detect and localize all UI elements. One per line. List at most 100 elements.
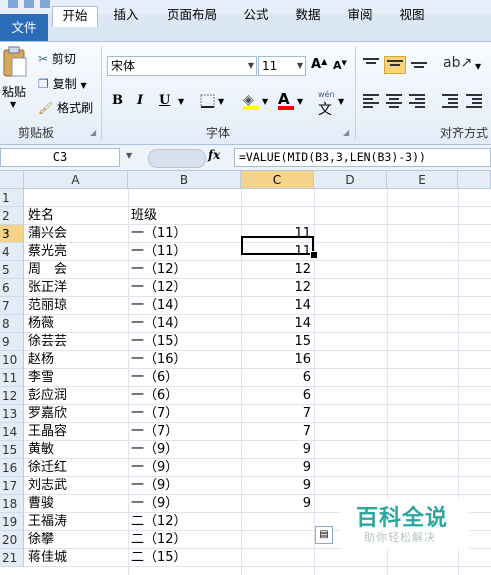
chevron-down-icon[interactable]: ▼ xyxy=(262,97,268,106)
cell-c[interactable]: 16 xyxy=(241,351,311,369)
cell-c[interactable]: 6 xyxy=(241,387,311,405)
bold-button[interactable]: B xyxy=(112,93,123,108)
row-header[interactable]: 6 xyxy=(0,279,24,297)
row-header[interactable]: 3 xyxy=(0,225,24,243)
font-size-box[interactable]: 11 ▼ xyxy=(258,56,306,76)
chevron-down-icon[interactable]: ▼ xyxy=(338,97,344,106)
paste-options-icon[interactable]: ▤ xyxy=(315,526,333,544)
row-header[interactable]: 7 xyxy=(0,297,24,315)
cell-b[interactable]: 二（15） xyxy=(131,549,239,567)
cell-a[interactable]: 刘志武 xyxy=(28,477,126,495)
cell-a[interactable]: 杨薇 xyxy=(28,315,126,333)
fill-color-button[interactable]: ◈ xyxy=(243,92,259,110)
cell-c[interactable] xyxy=(241,531,311,549)
column-header-a[interactable]: A xyxy=(24,171,128,189)
cell-a[interactable]: 彭应润 xyxy=(28,387,126,405)
cell-b[interactable]: 一（14） xyxy=(131,297,239,315)
phonetic-button[interactable]: wén 文 xyxy=(318,90,335,119)
fill-handle[interactable] xyxy=(310,251,318,259)
redo-icon[interactable] xyxy=(40,0,50,8)
column-header-e[interactable]: E xyxy=(387,171,458,189)
tab-insert[interactable]: 插入 xyxy=(106,6,146,27)
cell-a[interactable]: 蒲兴会 xyxy=(28,225,126,243)
cell-b[interactable]: 一（7） xyxy=(131,423,239,441)
name-box[interactable]: C3 xyxy=(0,148,120,167)
formula-bar-splitter[interactable] xyxy=(148,149,206,168)
increase-indent-icon[interactable] xyxy=(466,94,482,108)
column-header-partial[interactable] xyxy=(458,171,491,189)
tab-file[interactable]: 文件 xyxy=(0,14,48,41)
cell-b[interactable]: 一（9） xyxy=(131,441,239,459)
select-all-corner[interactable] xyxy=(0,171,24,189)
tab-data[interactable]: 数据 xyxy=(288,6,328,27)
column-header-c[interactable]: C xyxy=(241,171,314,189)
cell-c[interactable]: 9 xyxy=(241,495,311,513)
cell-a[interactable]: 李雪 xyxy=(28,369,126,387)
cell-c[interactable]: 12 xyxy=(241,279,311,297)
cell-c[interactable]: 14 xyxy=(241,315,311,333)
cell-c[interactable]: 7 xyxy=(241,423,311,441)
cell-b[interactable]: 一（7） xyxy=(131,405,239,423)
cut-button[interactable]: ✂ 剪切 xyxy=(38,50,76,67)
underline-button[interactable]: U xyxy=(159,93,170,108)
cell-a[interactable]: 张正洋 xyxy=(28,279,126,297)
chevron-down-icon[interactable]: ▼ xyxy=(218,97,224,106)
cell-a[interactable]: 黄敏 xyxy=(28,441,126,459)
column-header-d[interactable]: D xyxy=(314,171,387,189)
italic-button[interactable]: I xyxy=(137,93,143,108)
cell-b[interactable]: 一（15） xyxy=(131,333,239,351)
formula-input[interactable]: =VALUE(MID(B3,3,LEN(B3)-3)) xyxy=(234,148,491,167)
cell-c[interactable]: 7 xyxy=(241,405,311,423)
tab-view[interactable]: 视图 xyxy=(392,6,432,27)
row-header[interactable]: 4 xyxy=(0,243,24,261)
cell-b[interactable]: 一（6） xyxy=(131,387,239,405)
row-header[interactable]: 9 xyxy=(0,333,24,351)
undo-icon[interactable] xyxy=(24,0,34,8)
row-header[interactable]: 21 xyxy=(0,549,24,567)
cell-a[interactable] xyxy=(28,189,126,207)
copy-button[interactable]: ❐ 复制 ▼ xyxy=(38,75,87,92)
cell-a[interactable]: 罗嘉欣 xyxy=(28,405,126,423)
cell-a[interactable]: 周 会 xyxy=(28,261,126,279)
cell-b[interactable]: 一（11） xyxy=(131,243,239,261)
paste-button[interactable]: 粘贴 ▼ xyxy=(2,46,30,120)
tab-review[interactable]: 审阅 xyxy=(340,6,380,27)
cell-c[interactable]: 9 xyxy=(241,441,311,459)
orientation-icon[interactable]: ab↗ xyxy=(443,55,472,71)
cell-c[interactable] xyxy=(241,549,311,567)
row-header[interactable]: 19 xyxy=(0,513,24,531)
increase-font-size-button[interactable]: A▲ xyxy=(311,57,327,72)
cell-c[interactable]: 14 xyxy=(241,297,311,315)
font-color-button[interactable]: A xyxy=(278,90,294,110)
row-header[interactable]: 14 xyxy=(0,423,24,441)
format-painter-button[interactable]: 🖌 格式刷 xyxy=(38,99,93,116)
row-header[interactable]: 17 xyxy=(0,477,24,495)
row-header[interactable]: 15 xyxy=(0,441,24,459)
save-icon[interactable] xyxy=(8,0,18,8)
dialog-launcher-icon[interactable]: ◢ xyxy=(90,128,96,137)
align-center-icon[interactable] xyxy=(386,94,402,108)
chevron-down-icon[interactable]: ▼ xyxy=(475,62,481,71)
row-header[interactable]: 1 xyxy=(0,189,24,207)
align-middle-icon[interactable] xyxy=(384,56,406,74)
cell-b[interactable]: 一（12） xyxy=(131,261,239,279)
underline-dropdown-icon[interactable]: ▼ xyxy=(178,97,184,106)
cell-a[interactable]: 王晶容 xyxy=(28,423,126,441)
cell-b[interactable]: 一（9） xyxy=(131,459,239,477)
cell-c[interactable]: 6 xyxy=(241,369,311,387)
decrease-indent-icon[interactable] xyxy=(442,94,458,108)
cell-c[interactable] xyxy=(241,207,311,225)
row-header[interactable]: 20 xyxy=(0,531,24,549)
cell-a[interactable]: 曹骏 xyxy=(28,495,126,513)
row-header[interactable]: 11 xyxy=(0,369,24,387)
cell-a[interactable]: 姓名 xyxy=(28,207,126,225)
tab-page-layout[interactable]: 页面布局 xyxy=(160,6,224,27)
align-right-icon[interactable] xyxy=(409,94,425,108)
cell-a[interactable]: 赵杨 xyxy=(28,351,126,369)
cell-b[interactable]: 一（9） xyxy=(131,477,239,495)
cell-c[interactable]: 12 xyxy=(241,261,311,279)
row-header[interactable]: 8 xyxy=(0,315,24,333)
column-header-b[interactable]: B xyxy=(128,171,241,189)
cell-a[interactable]: 徐攀 xyxy=(28,531,126,549)
row-header[interactable]: 5 xyxy=(0,261,24,279)
